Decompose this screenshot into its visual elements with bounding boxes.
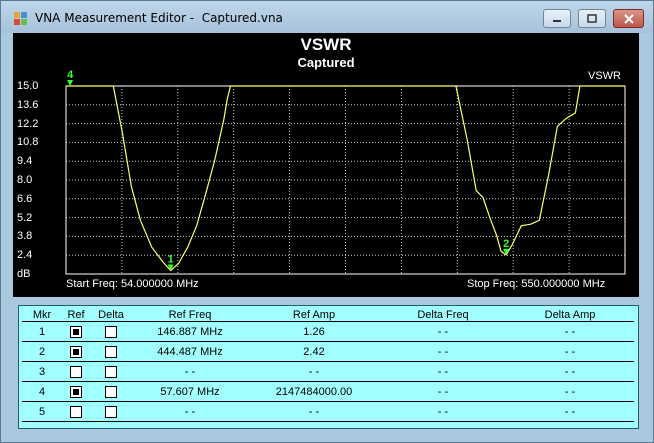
table-row[interactable]: 3- -- -- -- -: [22, 361, 634, 382]
plot-area[interactable]: 1 2 4: [13, 33, 639, 297]
close-button[interactable]: [613, 9, 644, 28]
ref-checkbox-cell: [62, 361, 90, 382]
ref-checkbox[interactable]: [70, 345, 82, 358]
marker-number: 5: [22, 401, 62, 422]
delta-amp-cell: - -: [506, 401, 634, 422]
delta-checkbox-cell: [90, 361, 132, 382]
delta-freq-cell: - -: [380, 321, 506, 342]
delta-checkbox[interactable]: [105, 405, 117, 418]
delta-checkbox-cell: [90, 401, 132, 422]
delta-amp-cell: - -: [506, 321, 634, 342]
ref-freq-cell: 146.887 MHz: [132, 321, 248, 342]
marker-number: 4: [22, 381, 62, 402]
delta-checkbox-cell: [90, 341, 132, 362]
delta-freq-cell: - -: [380, 341, 506, 362]
ref-checkbox-cell: [62, 341, 90, 362]
ref-checkbox[interactable]: [70, 325, 82, 338]
marker-number: 3: [22, 361, 62, 382]
delta-checkbox[interactable]: [105, 325, 117, 338]
ref-freq-cell: - -: [132, 361, 248, 382]
delta-checkbox[interactable]: [105, 365, 117, 378]
marker-table: Mkr Ref Delta Ref Freq Ref Amp Delta Freq Delt…: [22, 308, 634, 422]
stop-freq-label: Stop Freq: 550.000000 MHz: [467, 278, 606, 290]
app-window: VNA Measurement Editor - Captured.vna VS…: [0, 0, 654, 443]
column-header: Mkr: [22, 308, 62, 322]
delta-freq-cell: - -: [380, 381, 506, 402]
ref-freq-cell: 57.607 MHz: [132, 381, 248, 402]
table-row[interactable]: 2 444.487 MHz 2.42- -- -: [22, 341, 634, 362]
maximize-button[interactable]: [578, 9, 606, 28]
column-header: Ref Freq: [132, 308, 248, 322]
marker-number: 2: [22, 341, 62, 362]
marker-label: 1: [168, 254, 174, 266]
table-row[interactable]: 1 146.887 MHz 1.26- -- -: [22, 321, 634, 342]
table-row[interactable]: 5- -- -- -- -: [22, 401, 634, 422]
maximize-icon: [587, 13, 597, 23]
ref-checkbox-cell: [62, 401, 90, 422]
column-header: Delta Freq: [380, 308, 506, 322]
marker-number: 1: [22, 321, 62, 342]
title-bar[interactable]: VNA Measurement Editor - Captured.vna: [1, 1, 653, 33]
column-header: Delta Amp: [506, 308, 634, 322]
delta-amp-cell: - -: [506, 361, 634, 382]
start-freq-label: Start Freq: 54.000000 MHz: [66, 278, 199, 290]
marker-label: 2: [503, 238, 509, 250]
ref-amp-cell: 2.42: [248, 341, 380, 362]
delta-checkbox-cell: [90, 381, 132, 402]
column-header: Ref Amp: [248, 308, 380, 322]
ref-checkbox[interactable]: [70, 405, 82, 418]
minimize-icon: [553, 19, 561, 22]
column-header: Delta: [90, 308, 132, 322]
ref-amp-cell: 2147484000.00: [248, 381, 380, 402]
ref-freq-cell: - -: [132, 401, 248, 422]
ref-checkbox[interactable]: [70, 385, 82, 398]
minimize-button[interactable]: [543, 9, 571, 28]
table-row[interactable]: 4 57.607 MHz 2147484000.00- -- -: [22, 381, 634, 402]
column-header: Ref: [62, 308, 90, 322]
delta-checkbox[interactable]: [105, 385, 117, 398]
delta-freq-cell: - -: [380, 361, 506, 382]
vswr-chart: VSWR Captured VSWR 15.0 13.6 12.2 10.8 9.4 8.…: [13, 33, 639, 297]
close-icon: [623, 13, 634, 24]
ref-freq-cell: 444.487 MHz: [132, 341, 248, 362]
delta-freq-cell: - -: [380, 401, 506, 422]
window-title: VNA Measurement Editor - Captured.vna: [35, 11, 283, 25]
ref-checkbox-cell: [62, 321, 90, 342]
delta-amp-cell: - -: [506, 341, 634, 362]
ref-amp-cell: - -: [248, 361, 380, 382]
delta-checkbox[interactable]: [105, 345, 117, 358]
ref-amp-cell: 1.26: [248, 321, 380, 342]
delta-amp-cell: - -: [506, 381, 634, 402]
ref-amp-cell: - -: [248, 401, 380, 422]
ref-checkbox-cell: [62, 381, 90, 402]
marker-table-panel: Mkr Ref Delta Ref Freq Ref Amp Delta Freq Delt…: [18, 305, 639, 429]
ref-checkbox[interactable]: [70, 365, 82, 378]
table-header: Mkr Ref Delta Ref Freq Ref Amp Delta Freq Delt…: [22, 308, 634, 322]
app-icon: [14, 12, 27, 25]
marker-label: 4: [67, 69, 74, 81]
delta-checkbox-cell: [90, 321, 132, 342]
